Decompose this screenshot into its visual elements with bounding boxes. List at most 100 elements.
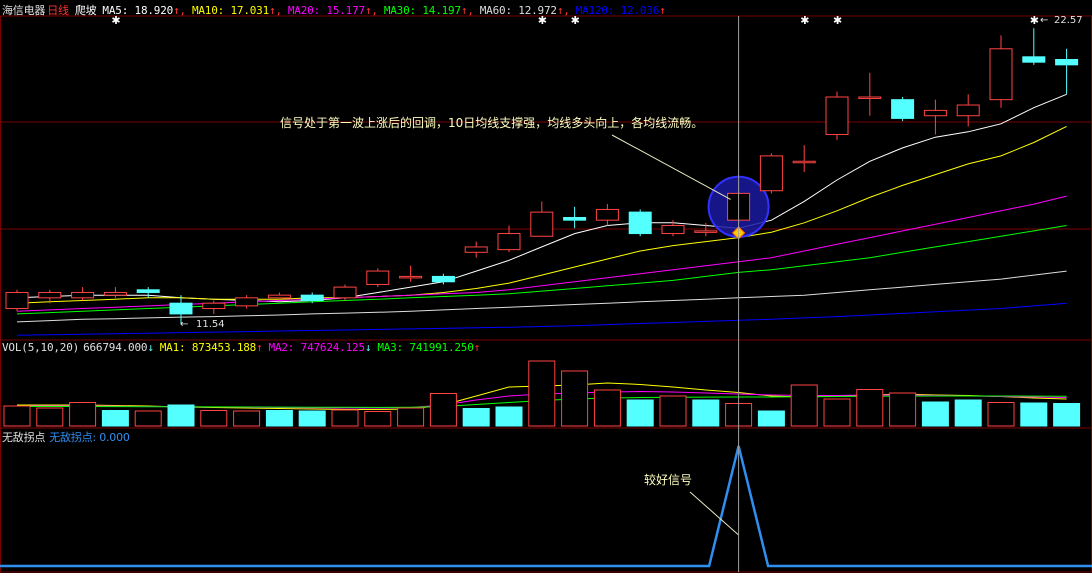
volume-bar (331, 409, 359, 427)
high-arrow-icon: ← (1040, 15, 1048, 26)
candle (891, 96, 915, 122)
volume-bar (889, 392, 917, 427)
candle-body (103, 291, 127, 296)
volume-bar (954, 399, 982, 427)
candle (530, 201, 554, 237)
volume-bars[interactable] (3, 360, 1081, 427)
good-signal-leader-line (689, 491, 739, 536)
volume-legend: VOL(5,10,20) 666794.000 ↓ MA1: 873453.188↑ M… (2, 341, 492, 354)
ma-legend-arrow-1: ↑, (269, 4, 282, 17)
candle-body (136, 289, 160, 293)
volume-bar (462, 408, 490, 427)
star-marker-icon: ✱ (1030, 14, 1039, 27)
candle (366, 268, 390, 288)
candle-body (595, 208, 619, 221)
candle (235, 295, 259, 309)
ma-legend-arrow-2: ↑, (364, 4, 378, 17)
ma-legend-arrow-0: ↑, (173, 4, 186, 17)
volume-bar (1053, 403, 1081, 427)
candlestick-series[interactable]: ✱ ✱ ✱ ✱ ✱ ✱ (5, 14, 1079, 324)
candle (5, 289, 29, 312)
candle (1055, 48, 1079, 95)
ma-legend-value-0: MA5: 18.920 (102, 4, 174, 17)
ma-legend-value-2: MA20: 15.177 (287, 4, 365, 17)
candle-body (825, 96, 849, 135)
volume-value: 666794.000 (83, 341, 148, 354)
candle-body (530, 211, 554, 237)
volume-bar (101, 410, 129, 427)
volume-bar (298, 410, 326, 427)
candle-body (661, 225, 685, 235)
indicator-name[interactable]: 无敌拐点 (2, 431, 45, 444)
volume-bar (134, 410, 162, 427)
volume-bar (528, 360, 556, 427)
star-marker-icon: ✱ (833, 14, 842, 27)
candle-body (71, 291, 95, 299)
main-legend: 海信电器 日线 爬坡 MA5: 18.920↑, MA10: 17.031↑, MA20:… (2, 2, 678, 18)
low-price-label: 11.54 (196, 319, 225, 330)
ma-legend-items: MA5: 18.920↑, MA10: 17.031↑, MA20: 15.177↑… (102, 4, 671, 17)
volume-bar (265, 410, 293, 427)
candle-body (300, 294, 324, 302)
volume-bar (233, 410, 261, 427)
period-label[interactable]: 日线 (47, 4, 69, 17)
candle (1022, 28, 1046, 65)
note-leader-line (611, 134, 731, 200)
candle-body (497, 233, 521, 251)
volume-bar (495, 406, 523, 427)
indicator-value: 无敌拐点: 0.000 (49, 431, 130, 444)
signal-line (0, 445, 1092, 568)
candle-body (1055, 58, 1079, 66)
candle (103, 287, 127, 298)
volume-bar (1020, 402, 1048, 427)
candle-body (989, 48, 1013, 101)
candle-body (38, 291, 62, 299)
signal-indicator (0, 445, 1092, 568)
vol-ma-legend-arrow-0: ↑ (256, 341, 263, 354)
vol-ma-legend-arrow-1: ↓ (364, 341, 372, 354)
candle-body (891, 99, 915, 119)
candle-body (792, 160, 816, 164)
chart-annotations: 信号处于第一波上涨后的回调，10日均线支撑强，均线多头向上，各均线流畅。 较好信… (180, 15, 1083, 572)
candle-body (563, 216, 587, 221)
good-signal-label: 较好信号 (644, 472, 692, 487)
volume-bar (167, 404, 195, 427)
volume-bar (593, 389, 621, 427)
low-arrow-icon: ← (180, 319, 188, 330)
candle (792, 145, 816, 172)
candle-body (628, 211, 652, 235)
candle-body (267, 294, 291, 299)
volume-label[interactable]: VOL(5,10,20) (2, 341, 79, 354)
candle-body (464, 246, 488, 253)
candle-body (1022, 56, 1046, 63)
high-price-label: 22.57 (1054, 15, 1083, 26)
volume-bar (429, 393, 457, 427)
candle-body (202, 302, 226, 310)
candle (333, 284, 357, 301)
candle-body (923, 109, 947, 117)
candle-body (169, 302, 193, 315)
candle-body (333, 286, 357, 299)
candle-body (399, 275, 423, 279)
candle (759, 153, 783, 194)
volume-bar (397, 407, 425, 427)
star-marker-icon: ✱ (800, 14, 809, 27)
candle (628, 209, 652, 237)
candle (563, 206, 587, 229)
candle (595, 204, 619, 226)
volume-bar (561, 370, 589, 427)
ma-legend-arrow-4: ↑, (556, 4, 570, 17)
volume-ma-legend-items: MA1: 873453.188↑ MA2: 747624.125↓ MA3: 741… (160, 341, 486, 354)
stock-name[interactable]: 海信电器 (2, 4, 45, 17)
ma-legend-value-3: MA30: 14.197 (383, 4, 461, 17)
ma-legend-arrow-5: ↑ (659, 4, 666, 17)
volume-bar (364, 411, 392, 427)
candle-body (431, 275, 455, 283)
candle (825, 91, 849, 140)
volume-bar (987, 402, 1015, 427)
stock-chart: ✱ ✱ ✱ ✱ ✱ ✱ 信号处于第一波上涨后的回调，10日均线支撑强，均线多头向上，各均线… (0, 14, 1092, 573)
ma-line-ma30 (16, 225, 1067, 315)
volume-bar (823, 398, 851, 427)
vol-ma-legend-arrow-2: ↑ (473, 341, 481, 354)
volume-bar (3, 405, 31, 427)
